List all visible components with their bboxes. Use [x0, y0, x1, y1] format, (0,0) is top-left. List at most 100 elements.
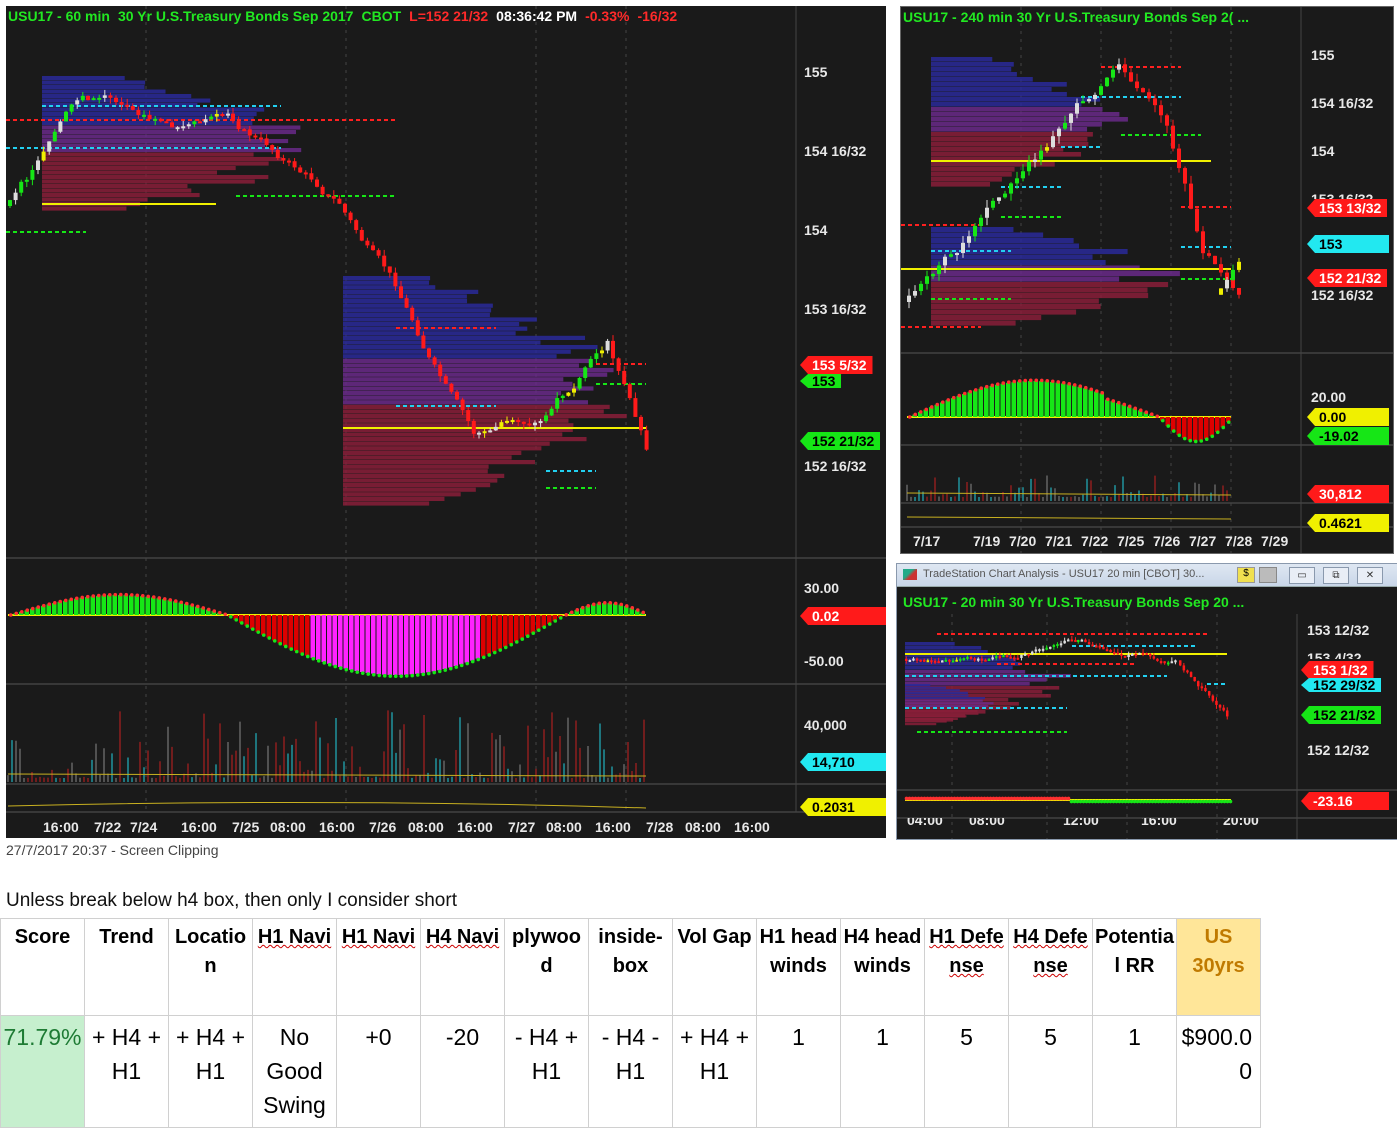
volume-profile-bar: [343, 501, 430, 506]
candle-body: [510, 420, 515, 423]
candle-body: [594, 353, 599, 359]
volume-profile-bar: [42, 76, 125, 81]
osc-bar: [90, 596, 95, 615]
main-chart-panel[interactable]: USU17 - 60 min 30 Yr U.S.Treasury Bonds S…: [6, 6, 886, 838]
candle-body: [164, 121, 169, 124]
osc-bar: [1099, 393, 1104, 417]
candle-body: [1123, 64, 1127, 73]
candle-body: [186, 124, 191, 127]
osc-bar: [530, 615, 535, 633]
osc-dot: [448, 666, 453, 671]
osc-dot: [1177, 433, 1182, 438]
candle-body: [1031, 651, 1034, 654]
candle-body: [1237, 261, 1241, 270]
candle-body: [1087, 642, 1091, 645]
h4-chart-panel[interactable]: USU17 - 240 min 30 Yr U.S.Treasury Bonds…: [900, 6, 1394, 554]
volume-profile-bar: [931, 243, 1079, 249]
volume-profile-bar: [931, 293, 1149, 299]
osc-bar: [398, 615, 403, 675]
volume-profile-bar: [931, 287, 1148, 293]
osc-dot: [1116, 400, 1121, 405]
osc-bar: [1182, 417, 1187, 439]
osc-bar: [167, 600, 172, 615]
volume-profile-bar: [343, 285, 436, 290]
m20-chart-window[interactable]: TradeStation Chart Analysis - USU17 20 m…: [896, 563, 1397, 840]
osc-bar: [995, 384, 1000, 417]
candle-body: [984, 659, 987, 662]
candle-body: [1049, 646, 1052, 649]
osc-dot: [1226, 420, 1231, 424]
volume-profile-bar: [905, 694, 969, 697]
candle-body: [236, 121, 241, 130]
volume-profile-bar: [343, 349, 571, 354]
candle-body: [1093, 94, 1097, 100]
candle-body: [1177, 148, 1181, 169]
osc-bar: [1094, 391, 1099, 417]
osc-dot: [41, 603, 46, 608]
osc-dot: [990, 383, 995, 388]
volume-profile-bar: [42, 143, 266, 148]
header-text: H1 Navi: [257, 926, 332, 948]
osc-dot: [542, 625, 547, 629]
osc-dot: [168, 598, 173, 602]
osc-bar: [409, 615, 414, 675]
osc-dot: [1199, 439, 1204, 443]
volume-profile-bar: [42, 193, 200, 198]
osc-dot: [382, 674, 387, 678]
osc-dot: [421, 672, 426, 677]
candle-body: [41, 151, 46, 161]
osc-dot: [1050, 379, 1055, 384]
osc-dot: [553, 619, 558, 623]
osc-dot: [564, 612, 569, 617]
osc-bar: [437, 615, 442, 671]
price-axis-label: 155: [804, 64, 828, 80]
candle-body: [923, 659, 926, 662]
candle-body: [1213, 255, 1217, 265]
volume-profile-bar: [931, 132, 1093, 137]
candle-body: [1197, 681, 1200, 687]
candle-body: [1005, 655, 1009, 658]
candle-body: [962, 658, 966, 661]
candle-body: [1211, 695, 1215, 701]
volume-profile-bar: [343, 340, 541, 345]
time-axis-label: 16:00: [43, 819, 79, 835]
osc-dot: [140, 593, 145, 598]
candle-body: [1021, 171, 1025, 179]
candle-body: [915, 658, 919, 661]
instrument-label: 30 Yr U.S.Treasury Bonds Sep 2017: [117, 8, 354, 24]
main-chart-canvas[interactable]: [6, 6, 886, 838]
price-axis-label: 155: [1311, 47, 1335, 63]
volume-profile-bar: [343, 464, 489, 469]
time-axis-label: 7/22: [1081, 533, 1109, 549]
osc-dot: [913, 412, 918, 417]
candle-body: [973, 658, 976, 661]
volume-profile-bar: [931, 57, 993, 62]
candle-body: [348, 212, 353, 221]
osc-bar: [519, 615, 524, 639]
osc-dot: [316, 659, 321, 663]
osc-bar: [618, 604, 623, 615]
candle-body: [544, 415, 548, 422]
osc-axis-label: 30.00: [804, 580, 840, 596]
price-axis-label: 154: [804, 222, 828, 238]
candle-body: [136, 109, 141, 115]
price-axis-label: 153 4/32: [1307, 650, 1362, 659]
volume-profile-bar: [905, 662, 1021, 666]
candle-body: [1159, 661, 1163, 664]
candle-body: [925, 276, 929, 284]
osc-dot: [371, 673, 376, 677]
candle-body: [130, 106, 135, 110]
candle-body: [97, 97, 102, 100]
osc-dot: [294, 649, 299, 654]
time-axis-label: 7/24: [130, 819, 158, 835]
candle-body: [937, 265, 941, 275]
osc-dot: [250, 627, 255, 631]
price-tag-last: 152 21/32: [800, 432, 881, 450]
candle-body: [47, 141, 52, 152]
osc-dot: [377, 673, 382, 678]
time-axis-label: 7/22: [94, 819, 122, 835]
candle-body: [387, 266, 392, 273]
osc-bar: [1105, 399, 1110, 417]
osc-dot: [1056, 380, 1061, 384]
candle-body: [1045, 647, 1048, 650]
